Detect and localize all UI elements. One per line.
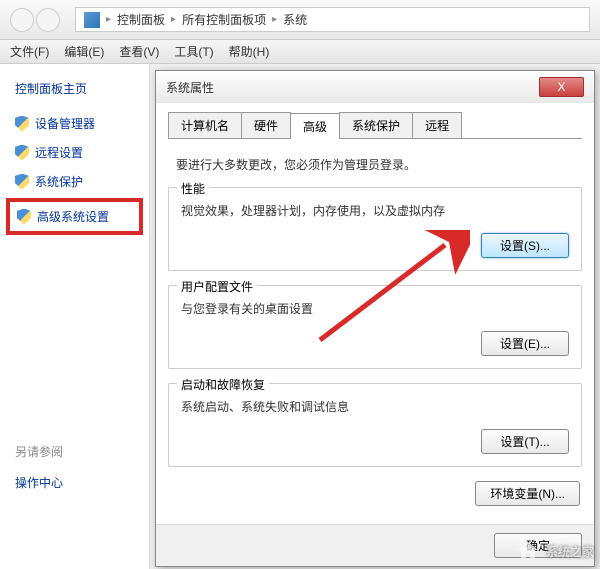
menu-tools[interactable]: 工具(T) — [174, 43, 213, 60]
tab-advanced[interactable]: 高级 — [290, 113, 340, 139]
sidebar-item-label: 系统保护 — [35, 173, 83, 190]
menu-edit[interactable]: 编辑(E) — [64, 43, 104, 60]
tab-strip: 计算机名 硬件 高级 系统保护 远程 — [168, 112, 582, 139]
sidebar-item-label: 设备管理器 — [35, 115, 95, 132]
group-desc: 与您登录有关的桌面设置 — [181, 300, 569, 317]
menu-bar: 文件(F) 编辑(E) 查看(V) 工具(T) 帮助(H) — [0, 40, 600, 64]
environment-variables-button[interactable]: 环境变量(N)... — [475, 481, 580, 506]
breadcrumb-item[interactable]: 系统 — [283, 11, 307, 28]
shield-icon — [17, 209, 31, 225]
menu-help[interactable]: 帮助(H) — [229, 43, 270, 60]
tab-remote[interactable]: 远程 — [412, 112, 462, 138]
nav-back-forward[interactable] — [10, 8, 60, 32]
chevron-right-icon: ▸ — [171, 14, 176, 25]
see-also-label: 另请参阅 — [0, 435, 149, 468]
dialog-body: 计算机名 硬件 高级 系统保护 远程 要进行大多数更改，您必须作为管理员登录。 … — [156, 103, 594, 524]
startup-group: 启动和故障恢复 系统启动、系统失败和调试信息 设置(T)... — [168, 383, 582, 467]
dialog-title: 系统属性 — [166, 79, 214, 96]
close-button[interactable]: X — [539, 77, 584, 97]
admin-info-text: 要进行大多数更改，您必须作为管理员登录。 — [168, 152, 582, 187]
startup-settings-button[interactable]: 设置(T)... — [481, 429, 569, 454]
sidebar-item-device-manager[interactable]: 设备管理器 — [0, 109, 149, 138]
shield-icon — [15, 145, 29, 161]
breadcrumb-item[interactable]: 控制面板 — [117, 11, 165, 28]
performance-group: 性能 视觉效果，处理器计划，内存使用，以及虚拟内存 设置(S)... — [168, 187, 582, 271]
menu-view[interactable]: 查看(V) — [119, 43, 159, 60]
sidebar-title[interactable]: 控制面板主页 — [0, 76, 149, 109]
group-title: 性能 — [177, 180, 209, 197]
tab-hardware[interactable]: 硬件 — [241, 112, 291, 138]
navigation-bar: ▸ 控制面板 ▸ 所有控制面板项 ▸ 系统 — [0, 0, 600, 40]
group-title: 启动和故障恢复 — [177, 376, 269, 393]
watermark: 系统之家 — [514, 539, 594, 563]
breadcrumb[interactable]: ▸ 控制面板 ▸ 所有控制面板项 ▸ 系统 — [75, 7, 590, 32]
shield-icon — [15, 116, 29, 132]
group-desc: 系统启动、系统失败和调试信息 — [181, 398, 569, 415]
shield-icon — [15, 174, 29, 190]
sidebar-item-label: 操作中心 — [15, 474, 63, 491]
dialog-titlebar[interactable]: 系统属性 X — [156, 71, 594, 103]
sidebar-item-label: 高级系统设置 — [37, 208, 109, 225]
chevron-right-icon: ▸ — [272, 14, 277, 25]
sidebar-item-label: 远程设置 — [35, 144, 83, 161]
computer-icon — [84, 12, 100, 28]
back-button[interactable] — [10, 8, 34, 32]
user-profile-group: 用户配置文件 与您登录有关的桌面设置 设置(E)... — [168, 285, 582, 369]
breadcrumb-item[interactable]: 所有控制面板项 — [182, 11, 266, 28]
sidebar-item-action-center[interactable]: 操作中心 — [0, 468, 149, 497]
profile-settings-button[interactable]: 设置(E)... — [481, 331, 569, 356]
watermark-text: 系统之家 — [546, 543, 594, 560]
chevron-right-icon: ▸ — [106, 14, 111, 25]
menu-file[interactable]: 文件(F) — [10, 43, 49, 60]
group-desc: 视觉效果，处理器计划，内存使用，以及虚拟内存 — [181, 202, 569, 219]
sidebar-item-protection[interactable]: 系统保护 — [0, 167, 149, 196]
group-title: 用户配置文件 — [177, 278, 257, 295]
performance-settings-button[interactable]: 设置(S)... — [481, 233, 569, 258]
tab-protection[interactable]: 系统保护 — [339, 112, 413, 138]
sidebar: 控制面板主页 设备管理器 远程设置 系统保护 高级系统设置 另请参阅 操作中心 — [0, 64, 150, 569]
forward-button[interactable] — [36, 8, 60, 32]
sidebar-item-remote[interactable]: 远程设置 — [0, 138, 149, 167]
highlight-annotation: 高级系统设置 — [6, 198, 143, 235]
house-icon — [514, 539, 542, 563]
system-properties-dialog: 系统属性 X 计算机名 硬件 高级 系统保护 远程 要进行大多数更改，您必须作为… — [155, 70, 595, 567]
sidebar-item-advanced[interactable]: 高级系统设置 — [13, 206, 136, 227]
tab-computer-name[interactable]: 计算机名 — [168, 112, 242, 138]
